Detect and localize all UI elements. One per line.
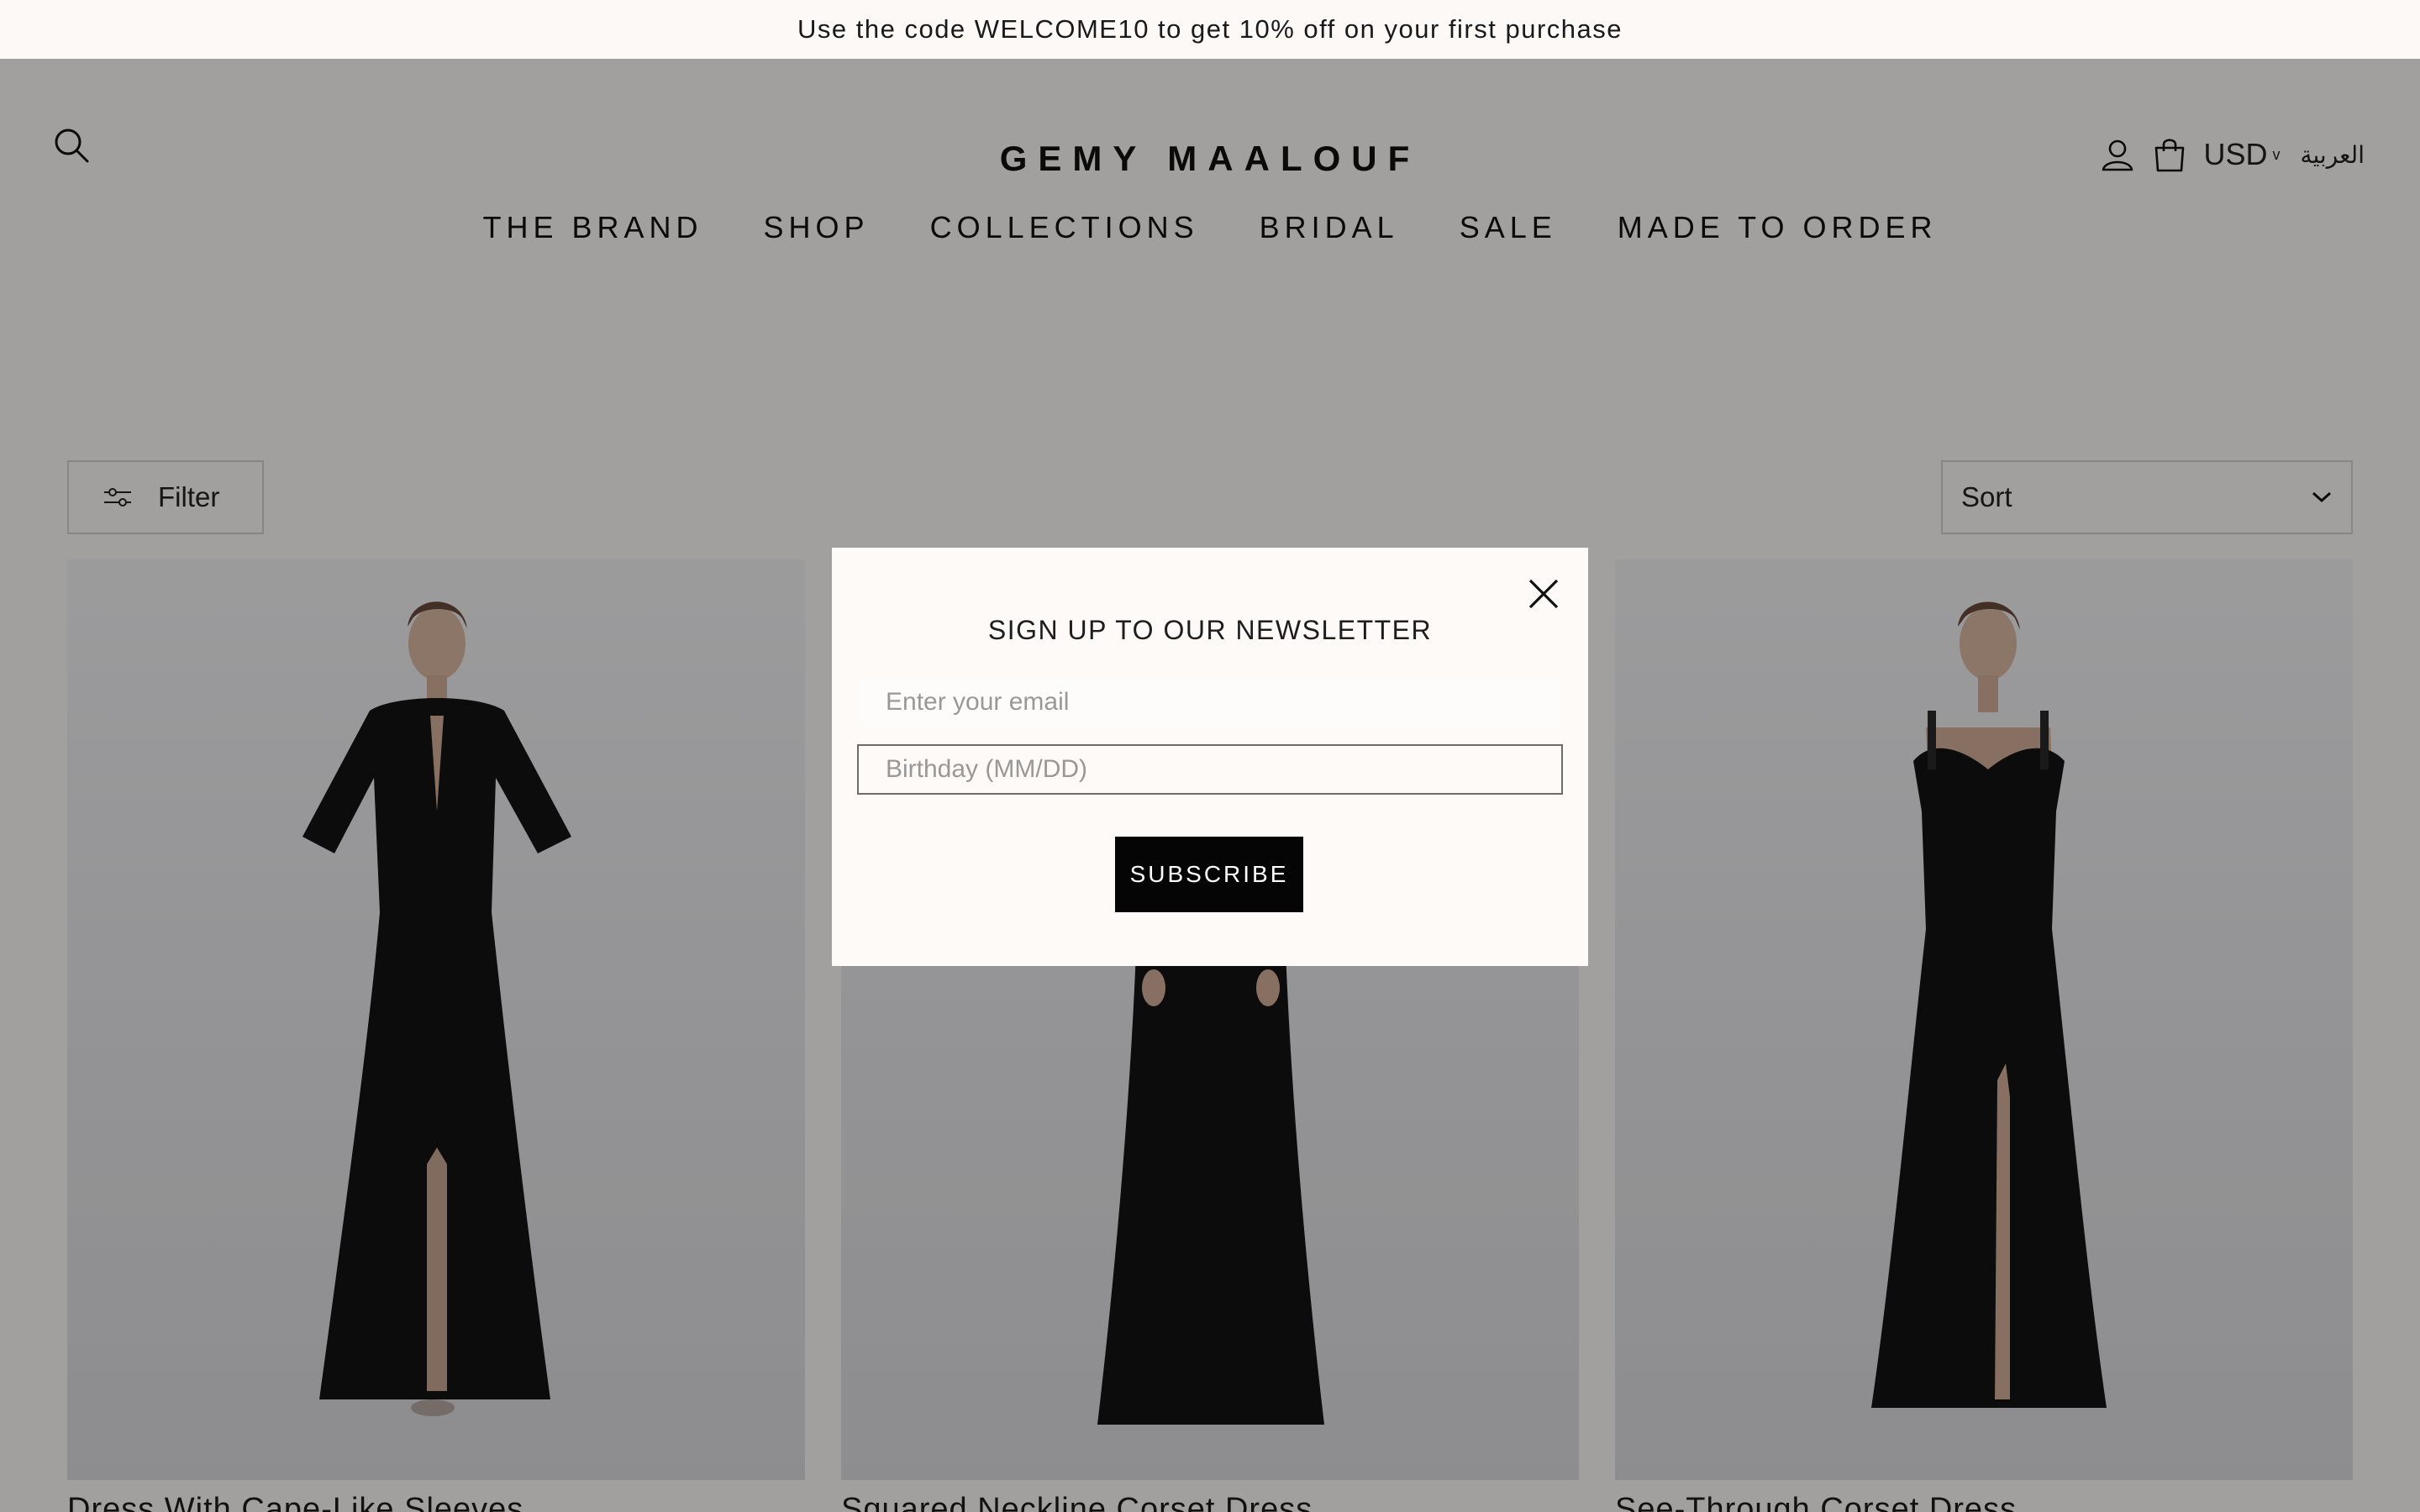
- page: Use the code WELCOME10 to get 10% off on…: [0, 0, 2420, 1512]
- announcement-text: Use the code WELCOME10 to get 10% off on…: [797, 14, 1623, 44]
- email-field[interactable]: [857, 677, 1563, 727]
- newsletter-modal: SIGN UP TO OUR NEWSLETTER SUBSCRIBE: [832, 548, 1588, 966]
- newsletter-title: SIGN UP TO OUR NEWSLETTER: [987, 615, 1433, 645]
- birthday-field[interactable]: [857, 744, 1563, 795]
- subscribe-button[interactable]: SUBSCRIBE: [1115, 837, 1303, 912]
- close-icon[interactable]: [1523, 573, 1565, 615]
- announcement-bar: Use the code WELCOME10 to get 10% off on…: [0, 0, 2420, 59]
